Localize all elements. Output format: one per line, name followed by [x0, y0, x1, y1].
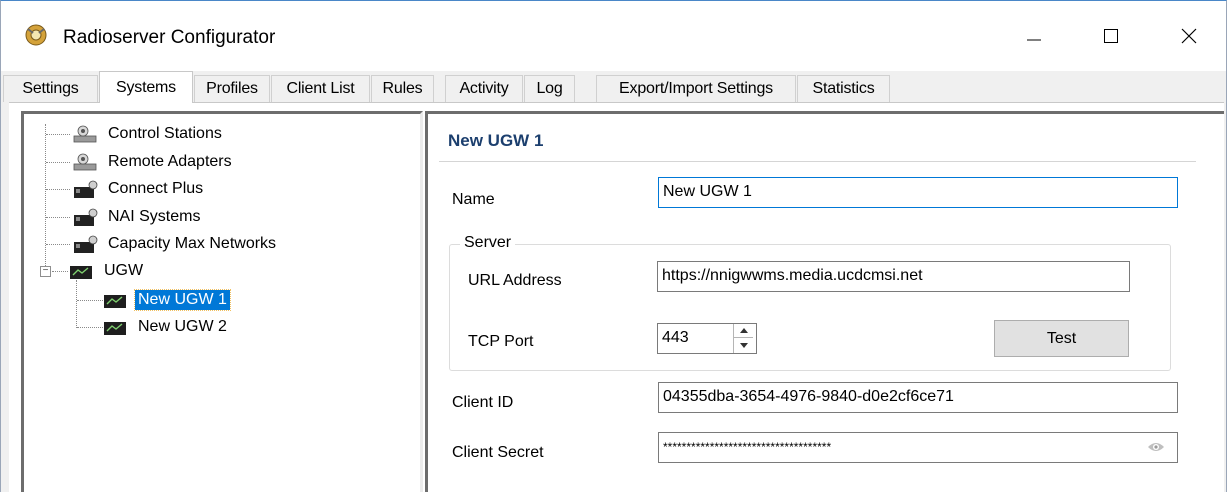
tree-item-label: Connect Plus — [108, 180, 204, 197]
client-secret-label: Client Secret — [452, 444, 544, 461]
tab-label: Export/Import Settings — [619, 80, 773, 97]
window-title: Radioserver Configurator — [63, 27, 276, 48]
gateway-icon — [70, 266, 92, 279]
gateway-icon — [104, 295, 126, 308]
minimize-icon — [1027, 39, 1041, 41]
tree-line — [52, 271, 68, 272]
tree-item-label: New UGW 2 — [138, 318, 227, 335]
client-secret-field[interactable]: ************************************ — [658, 432, 1178, 463]
tree-item-new-ugw-1[interactable]: New UGW 1 — [102, 289, 231, 311]
maximize-button[interactable] — [1081, 13, 1141, 59]
tree-line — [77, 327, 103, 328]
tree-item-nai-systems[interactable]: NAI Systems — [72, 206, 203, 228]
tree-line — [46, 134, 70, 135]
tree-line — [46, 162, 70, 163]
tab-label: Statistics — [812, 80, 875, 97]
tree-item-control-stations[interactable]: Control Stations — [72, 123, 225, 145]
gateway-icon — [104, 322, 126, 335]
tree-item-label: New UGW 1 — [134, 289, 231, 311]
server-groupbox: URL Address https://nnigwwms.media.ucdcm… — [449, 244, 1171, 371]
tree-item-label: NAI Systems — [108, 208, 201, 225]
tcp-port-stepper[interactable]: 443 — [657, 323, 757, 354]
tab-activity[interactable]: Activity — [445, 75, 523, 102]
tab-label: Settings — [22, 80, 79, 97]
tab-export-import-settings[interactable]: Export/Import Settings — [596, 75, 796, 102]
name-label: Name — [452, 191, 495, 208]
network-system-icon — [74, 235, 98, 253]
tcp-port-value: 443 — [662, 329, 689, 346]
tab-log[interactable]: Log — [524, 75, 575, 102]
main-window: Radioserver Configurator Settings System… — [0, 0, 1227, 492]
test-button[interactable]: Test — [994, 320, 1129, 357]
client-id-field[interactable]: 04355dba-3654-4976-9840-d0e2cf6ce71 — [658, 382, 1178, 413]
tree-line — [46, 217, 70, 218]
collapse-ugw-toggle[interactable]: − — [40, 266, 51, 277]
port-spin-buttons[interactable] — [733, 324, 753, 353]
chevron-up-icon — [739, 327, 748, 333]
server-group-title: Server — [460, 234, 516, 252]
decrement-button[interactable] — [734, 338, 753, 353]
tree-line — [45, 124, 46, 276]
tab-label: Client List — [286, 80, 355, 97]
tab-strip: Settings Systems Profiles Client List Ru… — [1, 71, 1226, 103]
tree-item-remote-adapters[interactable]: Remote Adapters — [72, 151, 235, 173]
tree-item-capacity-max-networks[interactable]: Capacity Max Networks — [72, 233, 279, 255]
tree-line — [46, 189, 70, 190]
chevron-down-icon — [739, 343, 748, 348]
panel-title: New UGW 1 — [448, 131, 544, 150]
tab-profiles[interactable]: Profiles — [194, 75, 270, 102]
tree-item-label: UGW — [104, 262, 144, 279]
systems-tree[interactable]: − Control Stations Remote Adapters Conne… — [21, 111, 423, 492]
tree-item-new-ugw-2[interactable]: New UGW 2 — [102, 316, 230, 338]
url-address-field[interactable]: https://nnigwwms.media.ucdcmsi.net — [657, 261, 1130, 292]
tab-label: Rules — [382, 80, 423, 97]
tab-label: Log — [536, 80, 563, 97]
tree-line — [77, 300, 103, 301]
tab-label: Activity — [459, 80, 509, 97]
url-address-label: URL Address — [468, 272, 562, 289]
client-id-label: Client ID — [452, 394, 514, 411]
tcp-port-label: TCP Port — [468, 333, 534, 350]
tab-statistics[interactable]: Statistics — [797, 75, 890, 102]
tab-rules[interactable]: Rules — [371, 75, 434, 102]
tab-label: Profiles — [206, 80, 258, 97]
tree-item-label: Control Stations — [108, 125, 222, 142]
tab-client-list[interactable]: Client List — [271, 75, 370, 102]
close-icon — [1181, 28, 1197, 44]
tab-settings[interactable]: Settings — [3, 75, 98, 102]
tree-line — [46, 244, 70, 245]
tree-item-label: Remote Adapters — [108, 153, 232, 170]
tab-systems[interactable]: Systems — [99, 71, 193, 103]
radioserver-app-icon — [25, 24, 47, 46]
client-secret-value: ************************************ — [663, 440, 832, 454]
title-bar[interactable]: Radioserver Configurator — [1, 1, 1226, 71]
network-system-icon — [74, 180, 98, 198]
tree-item-connect-plus[interactable]: Connect Plus — [72, 178, 206, 200]
name-field[interactable]: New UGW 1 — [658, 177, 1178, 208]
minimize-button[interactable] — [1004, 13, 1064, 59]
radio-station-icon — [73, 125, 97, 143]
radio-station-icon — [73, 153, 97, 171]
close-button[interactable] — [1159, 13, 1219, 59]
increment-button[interactable] — [734, 324, 753, 338]
divider — [439, 161, 1196, 162]
tree-item-ugw[interactable]: UGW — [68, 260, 146, 282]
tab-content: − Control Stations Remote Adapters Conne… — [9, 102, 1224, 492]
network-system-icon — [74, 208, 98, 226]
maximize-icon — [1104, 29, 1118, 43]
tree-item-label: Capacity Max Networks — [108, 235, 277, 252]
tree-line — [76, 280, 77, 328]
eye-icon[interactable] — [1147, 440, 1165, 454]
details-panel: New UGW 1 Name New UGW 1 URL Address htt… — [425, 111, 1224, 492]
tab-label: Systems — [116, 78, 176, 96]
